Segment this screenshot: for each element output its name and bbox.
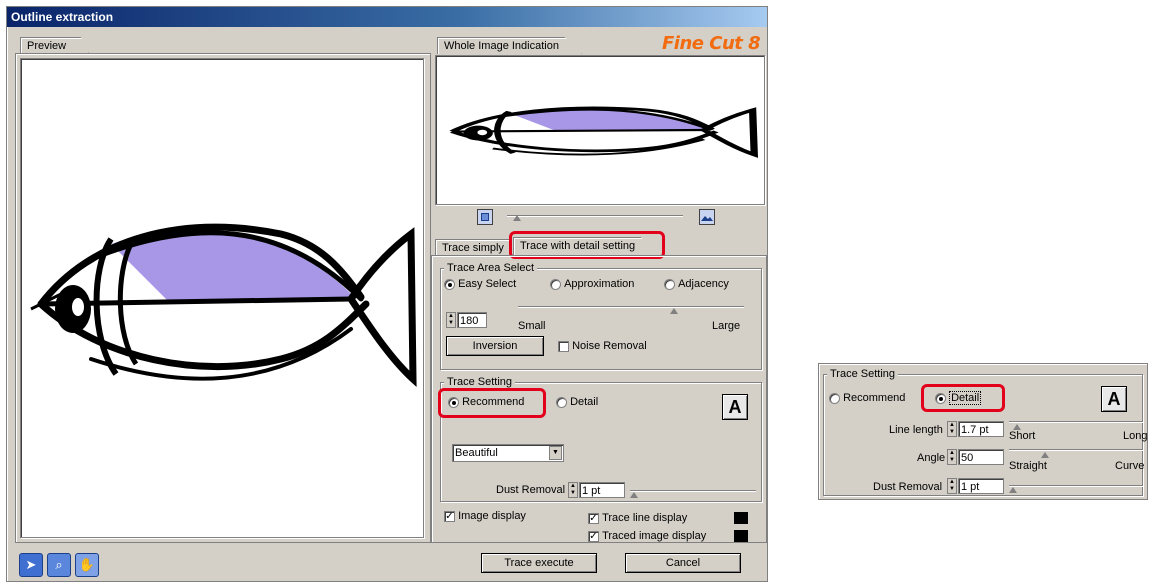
zoom-slider-thumb[interactable]	[513, 215, 521, 221]
title-bar: Outline extraction	[7, 7, 767, 27]
preview-panel	[15, 53, 431, 543]
detail-radio-detail-label: Detail	[949, 391, 982, 406]
noise-removal-box	[558, 340, 569, 352]
zoom-tool-icon[interactable]: ⌕	[47, 553, 71, 577]
detail-dust-removal-spin[interactable]: ▲ ▼	[947, 478, 957, 494]
radio-detail-label: Detail	[570, 396, 599, 409]
tab-trace-simply-label: Trace simply	[442, 242, 504, 254]
dust-removal-slider-thumb[interactable]	[630, 492, 638, 498]
outline-extraction-dialog: Outline extraction Preview Whole Image I…	[6, 6, 768, 582]
fish-thumbnail-image	[449, 106, 759, 158]
image-display-box: ✓	[444, 510, 455, 522]
zoom-out-icon[interactable]	[477, 209, 493, 225]
logo-text: Fine Cut 8	[662, 33, 761, 54]
radio-recommend-dot	[448, 396, 459, 408]
detail-dust-removal-label: Dust Removal	[873, 481, 943, 493]
whole-image-tab-label: Whole Image Indication	[444, 40, 559, 52]
detail-radio-recommend-label: Recommend	[843, 392, 906, 405]
angle-slider-track[interactable]	[1009, 449, 1143, 451]
preset-dropdown[interactable]: Beautiful ▼	[452, 444, 564, 462]
hand-tool-icon[interactable]: ✋	[75, 553, 99, 577]
line-length-min-label: Short	[1009, 430, 1036, 442]
radio-adjacency-dot	[664, 278, 675, 290]
radio-adjacency[interactable]: Adjacency	[664, 278, 729, 290]
dust-removal-label: Dust Removal	[496, 484, 566, 496]
tab-whole-image: Whole Image Indication	[437, 37, 582, 54]
slider-large-label: Large	[712, 320, 741, 332]
trace-area-spin[interactable]: ▲ ▼	[446, 312, 456, 328]
radio-easy-select-dot	[444, 278, 455, 290]
line-length-spin[interactable]: ▲ ▼	[947, 421, 957, 437]
fish-preview-image	[30, 223, 417, 388]
radio-detail[interactable]: Detail	[556, 396, 598, 408]
zoom-slider-track[interactable]	[507, 215, 683, 217]
arrow-tool-icon[interactable]: ➤	[19, 553, 43, 577]
angle-max-label: Curve	[1115, 460, 1145, 472]
detail-trace-style-icon[interactable]: A	[1101, 386, 1127, 412]
line-length-value[interactable]: 1.7 pt	[958, 421, 1004, 437]
trace-line-display-label: Trace line display	[602, 512, 688, 525]
inversion-button[interactable]: Inversion	[446, 336, 544, 356]
angle-min-label: Straight	[1009, 460, 1047, 472]
zoom-fit-icon[interactable]	[699, 209, 715, 225]
radio-approximation-label: Approximation	[564, 278, 635, 291]
radio-easy-select[interactable]: Easy Select	[444, 278, 516, 290]
whole-image-thumbnail[interactable]	[435, 55, 765, 205]
image-display-label: Image display	[458, 510, 526, 523]
dust-removal-slider-track[interactable]	[630, 490, 756, 492]
radio-detail-dot	[556, 396, 567, 408]
dust-removal-spin[interactable]: ▲ ▼	[568, 482, 578, 498]
line-length-max-label: Long	[1123, 430, 1148, 442]
cancel-button[interactable]: Cancel	[625, 553, 741, 573]
angle-value[interactable]: 50	[958, 449, 1004, 465]
detail-radio-detail[interactable]: Detail	[935, 391, 982, 406]
traced-image-display-checkbox[interactable]: ✓ Traced image display	[588, 530, 706, 542]
noise-removal-label: Noise Removal	[572, 340, 647, 353]
radio-approximation[interactable]: Approximation	[550, 278, 634, 290]
fine-cut-logo: Fine Cut 8	[662, 33, 761, 54]
detail-radio-detail-dot	[935, 392, 946, 404]
trace-line-display-box: ✓	[588, 512, 599, 524]
dust-removal-value[interactable]: 1 pt	[579, 482, 625, 498]
trace-line-color-swatch[interactable]	[734, 512, 748, 524]
detail-radio-recommend[interactable]: Recommend	[829, 392, 905, 404]
detail-dust-removal-value[interactable]: 1 pt	[958, 478, 1004, 494]
trace-area-title: Trace Area Select	[444, 262, 538, 274]
trace-setting-title: Trace Setting	[444, 376, 516, 388]
radio-approximation-dot	[550, 278, 561, 290]
line-length-label: Line length	[889, 424, 943, 436]
trace-settings-panel: Trace Area Select Easy Select Approximat…	[431, 255, 767, 543]
detail-dust-removal-slider-thumb[interactable]	[1009, 487, 1017, 493]
trace-line-display-checkbox[interactable]: ✓ Trace line display	[588, 512, 687, 524]
traced-image-color-swatch[interactable]	[734, 530, 748, 542]
trace-style-icon[interactable]: A	[722, 394, 748, 420]
radio-recommend[interactable]: Recommend	[448, 396, 524, 408]
detail-trace-setting-title: Trace Setting	[827, 368, 899, 380]
detail-dust-removal-slider-track[interactable]	[1009, 485, 1143, 487]
trace-area-slider-track[interactable]	[518, 306, 744, 308]
traced-image-display-box: ✓	[588, 530, 599, 542]
preview-canvas[interactable]	[20, 58, 424, 538]
traced-image-display-label: Traced image display	[602, 530, 707, 543]
angle-spin[interactable]: ▲ ▼	[947, 449, 957, 465]
preset-value: Beautiful	[455, 447, 498, 459]
trace-execute-button[interactable]: Trace execute	[481, 553, 597, 573]
noise-removal-checkbox[interactable]: Noise Removal	[558, 340, 647, 352]
angle-slider-thumb[interactable]	[1041, 452, 1049, 458]
slider-small-label: Small	[518, 320, 546, 332]
radio-adjacency-label: Adjacency	[678, 278, 729, 291]
trace-area-slider-thumb[interactable]	[670, 308, 678, 314]
detail-trace-setting-panel: Trace Setting Recommend Detail A Line le…	[818, 363, 1148, 500]
radio-easy-select-label: Easy Select	[458, 278, 517, 291]
line-length-slider-track[interactable]	[1009, 421, 1143, 423]
preview-tab-label: Preview	[27, 40, 67, 52]
tab-trace-simply[interactable]: Trace simply	[435, 239, 511, 256]
radio-recommend-label: Recommend	[462, 396, 525, 409]
tab-preview: Preview	[20, 37, 90, 54]
trace-area-value[interactable]: 180	[457, 312, 487, 328]
image-display-checkbox[interactable]: ✓ Image display	[444, 510, 526, 522]
detail-radio-recommend-dot	[829, 392, 840, 404]
angle-label: Angle	[917, 452, 946, 464]
chevron-down-icon[interactable]: ▼	[549, 446, 562, 460]
